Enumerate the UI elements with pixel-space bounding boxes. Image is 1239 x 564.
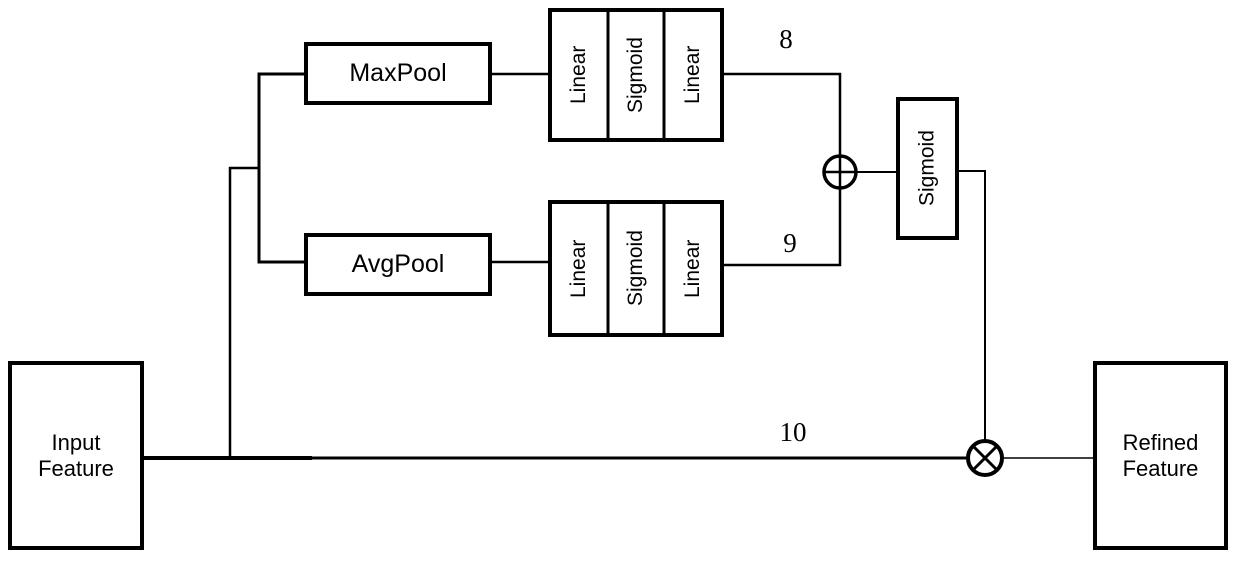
edge-mlp-bottom-to-add xyxy=(720,186,842,267)
add-operator xyxy=(822,154,858,190)
mlp-bottom-box xyxy=(548,200,724,337)
multiply-operator xyxy=(966,439,1004,477)
avgpool-box xyxy=(304,233,492,296)
mlp-bottom-outline xyxy=(548,200,724,337)
edge-sigmoid-to-multiply xyxy=(956,170,986,442)
sigmoid-gate-box xyxy=(896,97,959,240)
mlp-top-box xyxy=(548,8,724,142)
input-feature-box xyxy=(8,361,144,550)
maxpool-box xyxy=(304,42,492,105)
diagram-canvas: Input Feature MaxPool AvgPool Refined Fe… xyxy=(0,0,1239,564)
edge-mlp-top-to-add xyxy=(720,72,842,158)
refined-feature-box xyxy=(1093,361,1228,550)
diagram-svg xyxy=(8,8,1228,550)
mlp-top-outline xyxy=(548,8,724,142)
edge-branch-trunk xyxy=(228,166,261,460)
